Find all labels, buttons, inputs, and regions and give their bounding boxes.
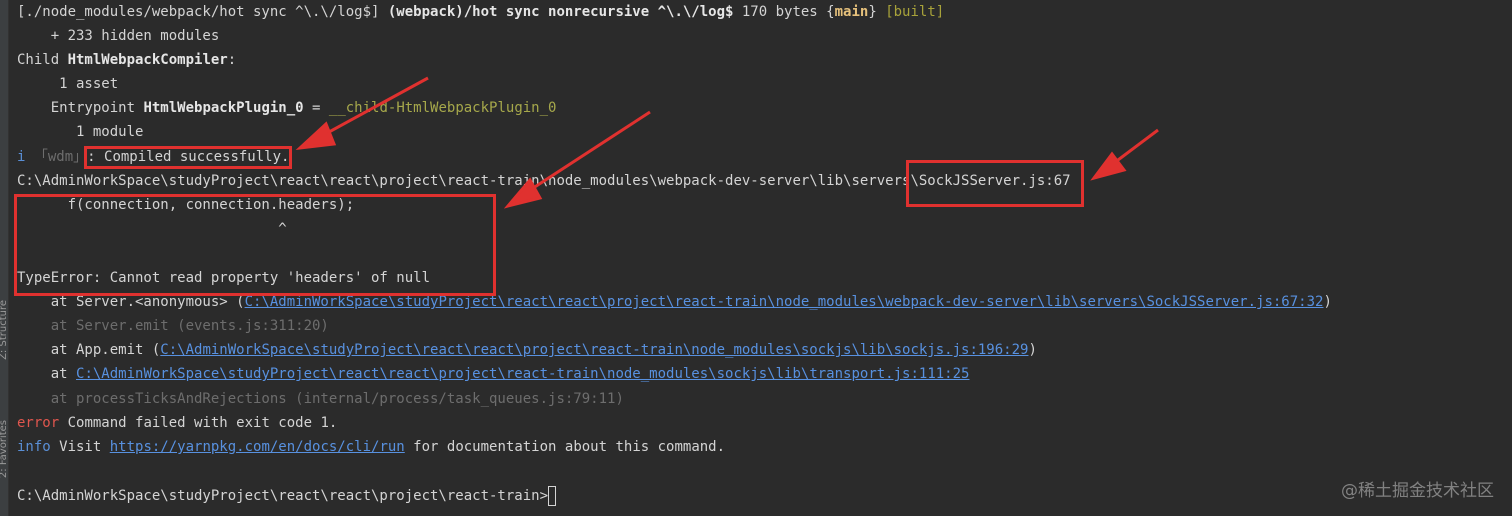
annotation-arrow-1	[317, 76, 429, 140]
terminal-window[interactable]: Z: Structure 2: Favorites [./node_module…	[0, 0, 1512, 516]
annotation-arrows	[295, 76, 1159, 209]
annotation-arrow-1-head	[295, 121, 337, 151]
annotation-arrow-2	[523, 110, 651, 196]
watermark: @稀土掘金技术社区	[1341, 481, 1494, 501]
annotation-arrow-2-head	[503, 177, 543, 209]
